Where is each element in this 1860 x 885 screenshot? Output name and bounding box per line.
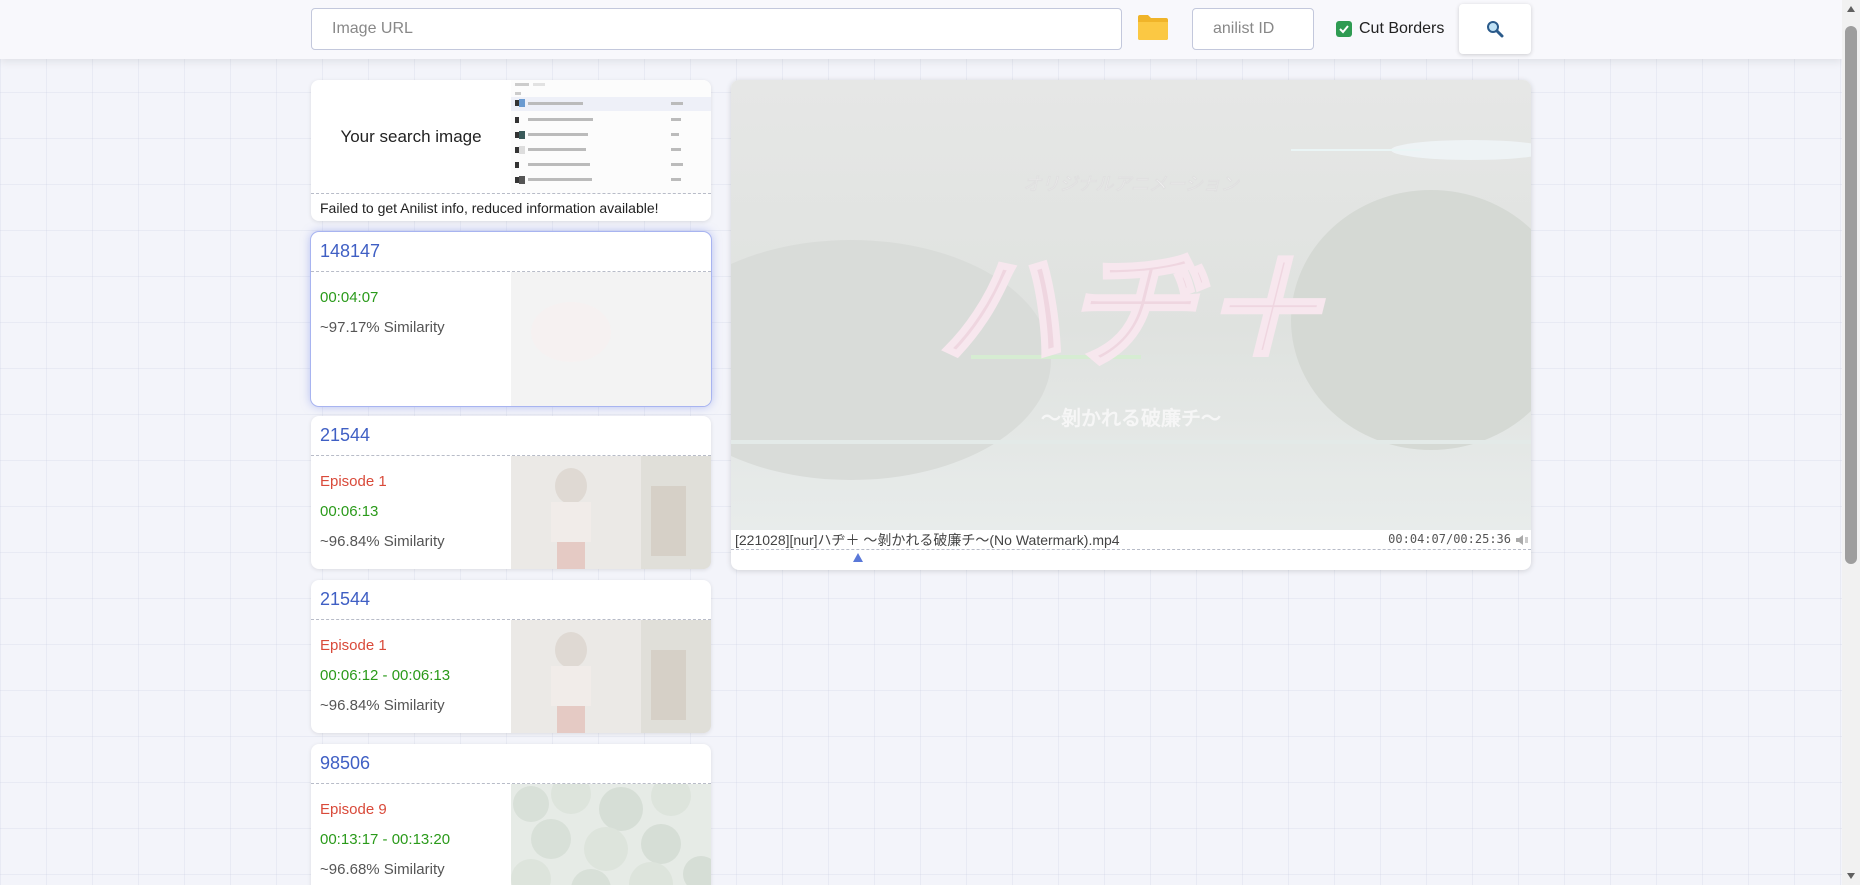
magnifier-icon xyxy=(1487,21,1504,38)
folder-icon[interactable] xyxy=(1137,13,1169,41)
result-similarity: ~96.68% Similarity xyxy=(320,861,445,878)
scrollbar-thumb[interactable] xyxy=(1845,26,1857,564)
svg-text:～剝かれる破廉チ～: ～剝かれる破廉チ～ xyxy=(1041,406,1221,430)
result-title[interactable]: 21544 xyxy=(311,580,711,620)
anilist-id-input[interactable] xyxy=(1192,8,1314,50)
search-image-thumbnail xyxy=(511,80,711,194)
video-player: オリジナルアニメーション ハヂ＋ ～剝かれる破廉チ～ [221028][nur]… xyxy=(731,80,1531,570)
result-episode: Episode 1 xyxy=(320,637,387,654)
video-filename: [221028][nur]ハヂ＋ ～剝かれる破廉チ～(No Watermark)… xyxy=(735,531,1120,548)
video-timecode: 00:04:07/00:25:36 xyxy=(1388,532,1511,546)
top-toolbar: Cut Borders xyxy=(0,0,1842,59)
result-card[interactable]: 98506 Episode 9 00:13:17 - 00:13:20 ~96.… xyxy=(311,744,711,885)
result-time: 00:13:17 - 00:13:20 xyxy=(320,831,451,848)
search-image-card: Your search image Failed to get Anilist … xyxy=(311,80,711,221)
search-image-label: Your search image xyxy=(340,127,482,146)
checkmark-icon xyxy=(1339,25,1349,34)
video-frame[interactable]: オリジナルアニメーション ハヂ＋ ～剝かれる破廉チ～ xyxy=(731,80,1531,530)
result-thumbnail[interactable] xyxy=(511,620,711,733)
result-title[interactable]: 148147 xyxy=(311,232,711,272)
result-title[interactable]: 21544 xyxy=(311,416,711,456)
cut-borders-checkbox[interactable] xyxy=(1336,21,1352,37)
result-episode: Episode 9 xyxy=(320,801,387,818)
search-button[interactable] xyxy=(1459,4,1531,54)
scroll-up-arrow-icon[interactable] xyxy=(1846,5,1856,13)
result-thumbnail[interactable] xyxy=(511,272,711,406)
result-similarity: ~97.17% Similarity xyxy=(320,319,445,336)
speaker-icon[interactable] xyxy=(1515,533,1529,547)
playback-position-marker[interactable] xyxy=(853,553,863,562)
cut-borders-toggle[interactable]: Cut Borders xyxy=(1336,18,1444,40)
search-info-message: Failed to get Anilist info, reduced info… xyxy=(311,193,711,221)
page-scrollbar[interactable] xyxy=(1842,0,1860,885)
file-info-row: [221028][nur]ハヂ＋ ～剝かれる破廉チ～(No Watermark)… xyxy=(731,530,1531,550)
result-thumbnail[interactable] xyxy=(511,784,711,885)
result-card[interactable]: 21544 Episode 1 00:06:12 - 00:06:13 ~96.… xyxy=(311,580,711,733)
result-thumbnail[interactable] xyxy=(511,456,711,569)
result-title[interactable]: 98506 xyxy=(311,744,711,784)
svg-text:ハヂ＋: ハヂ＋ xyxy=(936,234,1326,386)
result-time: 00:04:07 xyxy=(320,289,379,306)
result-similarity: ~96.84% Similarity xyxy=(320,697,445,714)
result-time: 00:06:13 xyxy=(320,503,379,520)
cut-borders-label: Cut Borders xyxy=(1359,20,1445,37)
result-card[interactable]: 21544 Episode 1 00:06:13 ~96.84% Similar… xyxy=(311,416,711,569)
image-url-input[interactable] xyxy=(311,8,1122,50)
result-episode: Episode 1 xyxy=(320,473,387,490)
result-card[interactable]: 148147 00:04:07 ~97.17% Similarity xyxy=(311,232,711,406)
svg-text:オリジナルアニメーション: オリジナルアニメーション xyxy=(1023,174,1240,195)
result-time: 00:06:12 - 00:06:13 xyxy=(320,667,451,684)
scroll-down-arrow-icon[interactable] xyxy=(1846,872,1856,880)
result-similarity: ~96.84% Similarity xyxy=(320,533,445,550)
